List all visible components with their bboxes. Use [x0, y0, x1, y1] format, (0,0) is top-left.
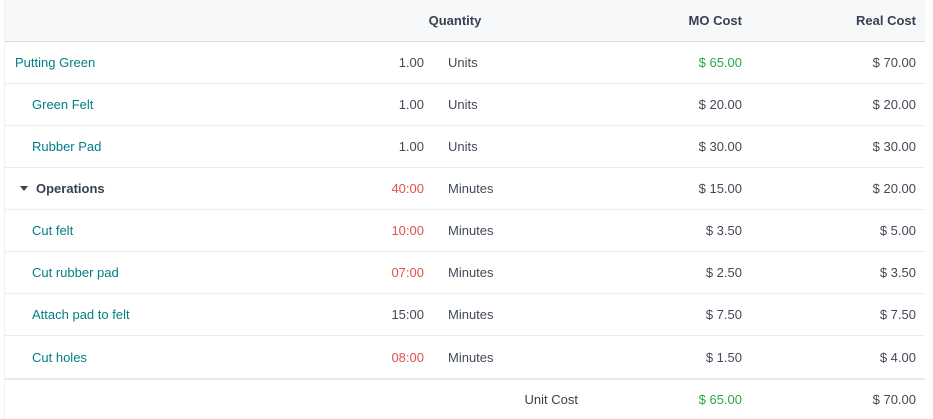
unit-cost-label: Unit Cost: [5, 392, 578, 407]
row-quantity-value: 07:00: [336, 265, 426, 280]
row-quantity-value: 10:00: [336, 223, 426, 238]
row-quantity-value: 40:00: [336, 181, 426, 196]
row-name-cell: Putting Green: [5, 55, 336, 70]
row-unit-label: Minutes: [426, 265, 556, 280]
row-mo-cost-value: $ 65.00: [556, 55, 744, 70]
row-name-cell: Green Felt: [5, 97, 336, 112]
row-unit-label: Minutes: [426, 181, 556, 196]
row-name-link[interactable]: Cut rubber pad: [32, 265, 119, 280]
row-name-link[interactable]: Green Felt: [32, 97, 93, 112]
row-unit-label: Minutes: [426, 350, 556, 365]
row-unit-label: Minutes: [426, 307, 556, 322]
row-real-cost-value: $ 30.00: [744, 139, 926, 154]
row-real-cost-value: $ 5.00: [744, 223, 926, 238]
row-quantity-value: 1.00: [336, 139, 426, 154]
row-real-cost-value: $ 20.00: [744, 181, 926, 196]
row-name-link[interactable]: Cut felt: [32, 223, 73, 238]
row-name-cell: Cut rubber pad: [5, 265, 336, 280]
row-mo-cost-value: $ 2.50: [556, 265, 744, 280]
column-header-quantity: Quantity: [336, 13, 556, 28]
unit-cost-real-value: $ 70.00: [748, 392, 926, 407]
table-header-row: Quantity MO Cost Real Cost: [5, 0, 925, 42]
row-unit-label: Units: [426, 55, 556, 70]
table-row: Operations 40:00 Minutes $ 15.00 $ 20.00: [5, 168, 925, 210]
row-name-cell: Operations: [5, 181, 336, 196]
row-real-cost-value: $ 20.00: [744, 97, 926, 112]
row-name-link[interactable]: Cut holes: [32, 350, 87, 365]
table-row: Rubber Pad 1.00 Units $ 30.00 $ 30.00: [5, 126, 925, 168]
row-name-link: Operations: [36, 181, 105, 196]
row-unit-label: Units: [426, 97, 556, 112]
row-quantity-value: 15:00: [336, 307, 426, 322]
row-name-cell: Cut holes: [5, 350, 336, 365]
row-quantity-value: 1.00: [336, 97, 426, 112]
row-unit-label: Units: [426, 139, 556, 154]
table-row: Putting Green 1.00 Units $ 65.00 $ 70.00: [5, 42, 925, 84]
table-row: Cut rubber pad 07:00 Minutes $ 2.50 $ 3.…: [5, 252, 925, 294]
table-footer-row: Unit Cost $ 65.00 $ 70.00: [5, 378, 925, 418]
row-real-cost-value: $ 70.00: [744, 55, 926, 70]
table-row: Green Felt 1.00 Units $ 20.00 $ 20.00: [5, 84, 925, 126]
row-name-link[interactable]: Attach pad to felt: [32, 307, 130, 322]
row-name-cell: Rubber Pad: [5, 139, 336, 154]
table-row: Cut holes 08:00 Minutes $ 1.50 $ 4.00: [5, 336, 925, 378]
table-row: Cut felt 10:00 Minutes $ 3.50 $ 5.00: [5, 210, 925, 252]
row-unit-label: Minutes: [426, 223, 556, 238]
row-mo-cost-value: $ 1.50: [556, 350, 744, 365]
column-header-mo-cost: MO Cost: [556, 13, 744, 28]
mo-cost-overview-table: Quantity MO Cost Real Cost Putting Green…: [4, 0, 925, 419]
row-mo-cost-value: $ 3.50: [556, 223, 744, 238]
table-body: Putting Green 1.00 Units $ 65.00 $ 70.00…: [5, 42, 925, 378]
table-row: Attach pad to felt 15:00 Minutes $ 7.50 …: [5, 294, 925, 336]
unit-cost-mo-value: $ 65.00: [578, 392, 748, 407]
row-real-cost-value: $ 7.50: [744, 307, 926, 322]
row-mo-cost-value: $ 15.00: [556, 181, 744, 196]
row-mo-cost-value: $ 7.50: [556, 307, 744, 322]
row-quantity-value: 1.00: [336, 55, 426, 70]
row-name-cell: Cut felt: [5, 223, 336, 238]
caret-down-icon[interactable]: [20, 186, 28, 191]
row-mo-cost-value: $ 30.00: [556, 139, 744, 154]
column-header-real-cost: Real Cost: [744, 13, 926, 28]
row-name-link[interactable]: Rubber Pad: [32, 139, 101, 154]
row-real-cost-value: $ 3.50: [744, 265, 926, 280]
row-name-link[interactable]: Putting Green: [15, 55, 95, 70]
row-quantity-value: 08:00: [336, 350, 426, 365]
row-real-cost-value: $ 4.00: [744, 350, 926, 365]
row-name-cell: Attach pad to felt: [5, 307, 336, 322]
row-mo-cost-value: $ 20.00: [556, 97, 744, 112]
